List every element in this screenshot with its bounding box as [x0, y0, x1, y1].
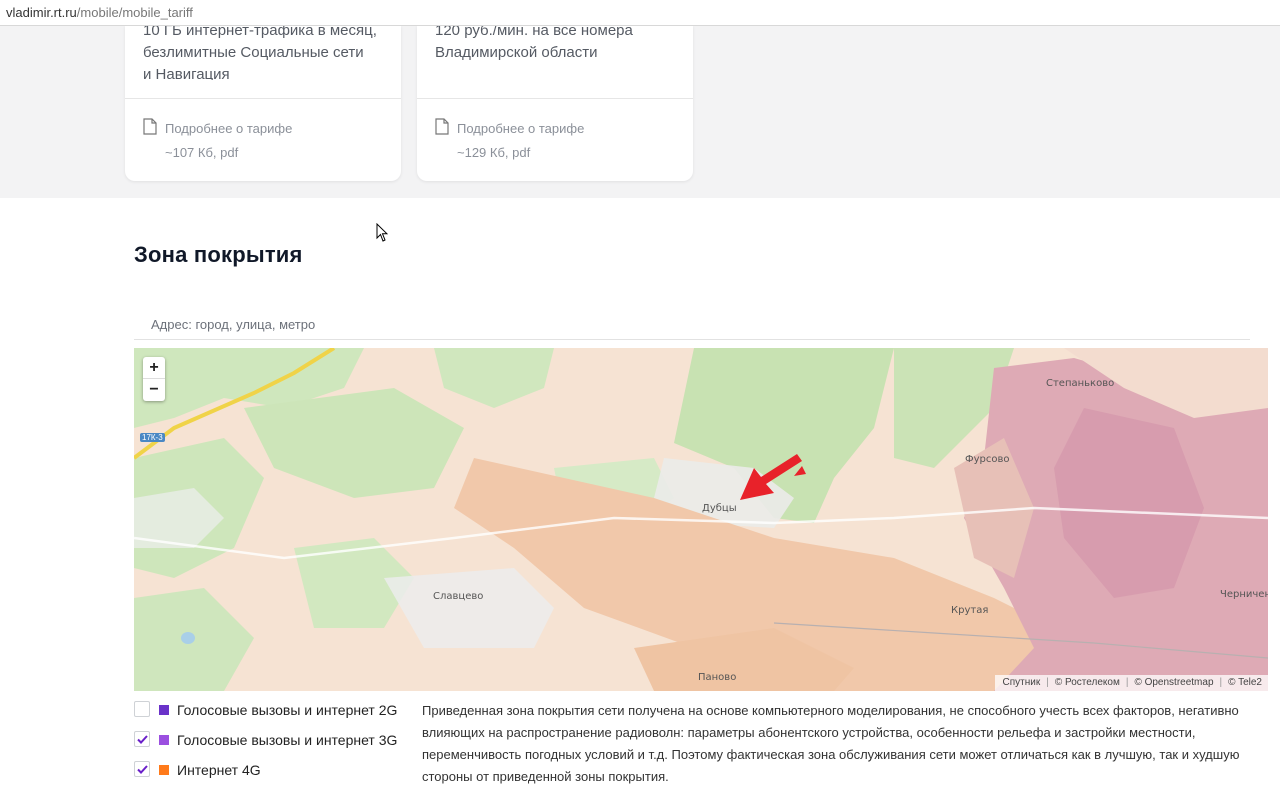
tariff-description-line: безлимитные Социальные сети	[143, 44, 364, 61]
checkmark-icon	[137, 735, 148, 744]
legend-label: Голосовые вызовы и интернет 3G	[177, 732, 398, 748]
attribution-link[interactable]: Спутник	[1003, 677, 1041, 688]
road-number-sign: 17К-3	[140, 433, 165, 442]
color-swatch	[159, 705, 169, 715]
place-label: Крутая	[951, 605, 989, 616]
checkbox-4g[interactable]	[134, 761, 150, 777]
zoom-in-button[interactable]: +	[143, 357, 165, 379]
tariff-card: 10 ГБ интернет-трафика в месяц, безлимит…	[125, 22, 401, 181]
legend-label: Интернет 4G	[177, 762, 261, 778]
document-icon	[143, 118, 157, 135]
place-label: Черничено	[1220, 589, 1268, 600]
coverage-disclaimer: Приведенная зона покрытия сети получена …	[422, 703, 1240, 784]
zoom-controls: + −	[143, 357, 165, 401]
checkbox-2g[interactable]	[134, 701, 150, 717]
tariff-details-link[interactable]: Подробнее о тарифе	[165, 121, 292, 136]
coverage-map[interactable]: 17К-3 + − Степанько­во Фурсово Дубцы Сла…	[134, 348, 1268, 691]
file-size: ~129 Кб, pdf	[457, 145, 531, 160]
coverage-title: Зона покрытия	[134, 242, 303, 267]
place-label: Фурсово	[965, 454, 1010, 465]
attribution-link[interactable]: © Ростелеком	[1055, 677, 1120, 688]
tariff-card: 120 руб./мин. на все номера Владимирской…	[417, 22, 693, 181]
mouse-cursor-icon	[376, 223, 388, 242]
zoom-out-button[interactable]: −	[143, 379, 165, 401]
map-attribution: Спутник | © Ростелеком | © Openstreetmap | © T…	[994, 675, 1268, 691]
place-label: Славцево	[433, 591, 484, 602]
address-bar[interactable]: vladimir.rt.ru/mobile/mobile_tariff	[0, 0, 1280, 26]
card-divider	[417, 98, 693, 99]
color-swatch	[159, 735, 169, 745]
tariff-details-link[interactable]: Подробнее о тарифе	[457, 121, 584, 136]
place-label: Степанько­во	[1046, 378, 1115, 389]
tariff-description: 10 ГБ интернет-трафика в месяц, безлимит…	[143, 20, 388, 80]
tariff-description-line: и Навигация	[143, 66, 230, 80]
attribution-link[interactable]: © Tele2	[1228, 677, 1262, 688]
address-search-input[interactable]	[134, 310, 1250, 340]
document-icon	[435, 118, 449, 135]
url-domain: vladimir.rt.ru	[6, 5, 77, 20]
checkbox-3g[interactable]	[134, 731, 150, 747]
place-label: Паново	[698, 672, 737, 683]
tariff-description-line: Владимирской области	[435, 44, 598, 61]
tariff-description: 120 руб./мин. на все номера Владимирской…	[435, 20, 680, 80]
url-path: /mobile/mobile_tariff	[76, 5, 193, 20]
color-swatch	[159, 765, 169, 775]
attribution-link[interactable]: © Openstreetmap	[1134, 677, 1213, 688]
place-label: Дубцы	[702, 503, 737, 514]
map-tiles	[134, 348, 1268, 691]
checkmark-icon	[137, 765, 148, 774]
card-divider	[125, 98, 401, 99]
file-size: ~107 Кб, pdf	[165, 145, 239, 160]
legend-label: Голосовые вызовы и интернет 2G	[177, 702, 398, 718]
